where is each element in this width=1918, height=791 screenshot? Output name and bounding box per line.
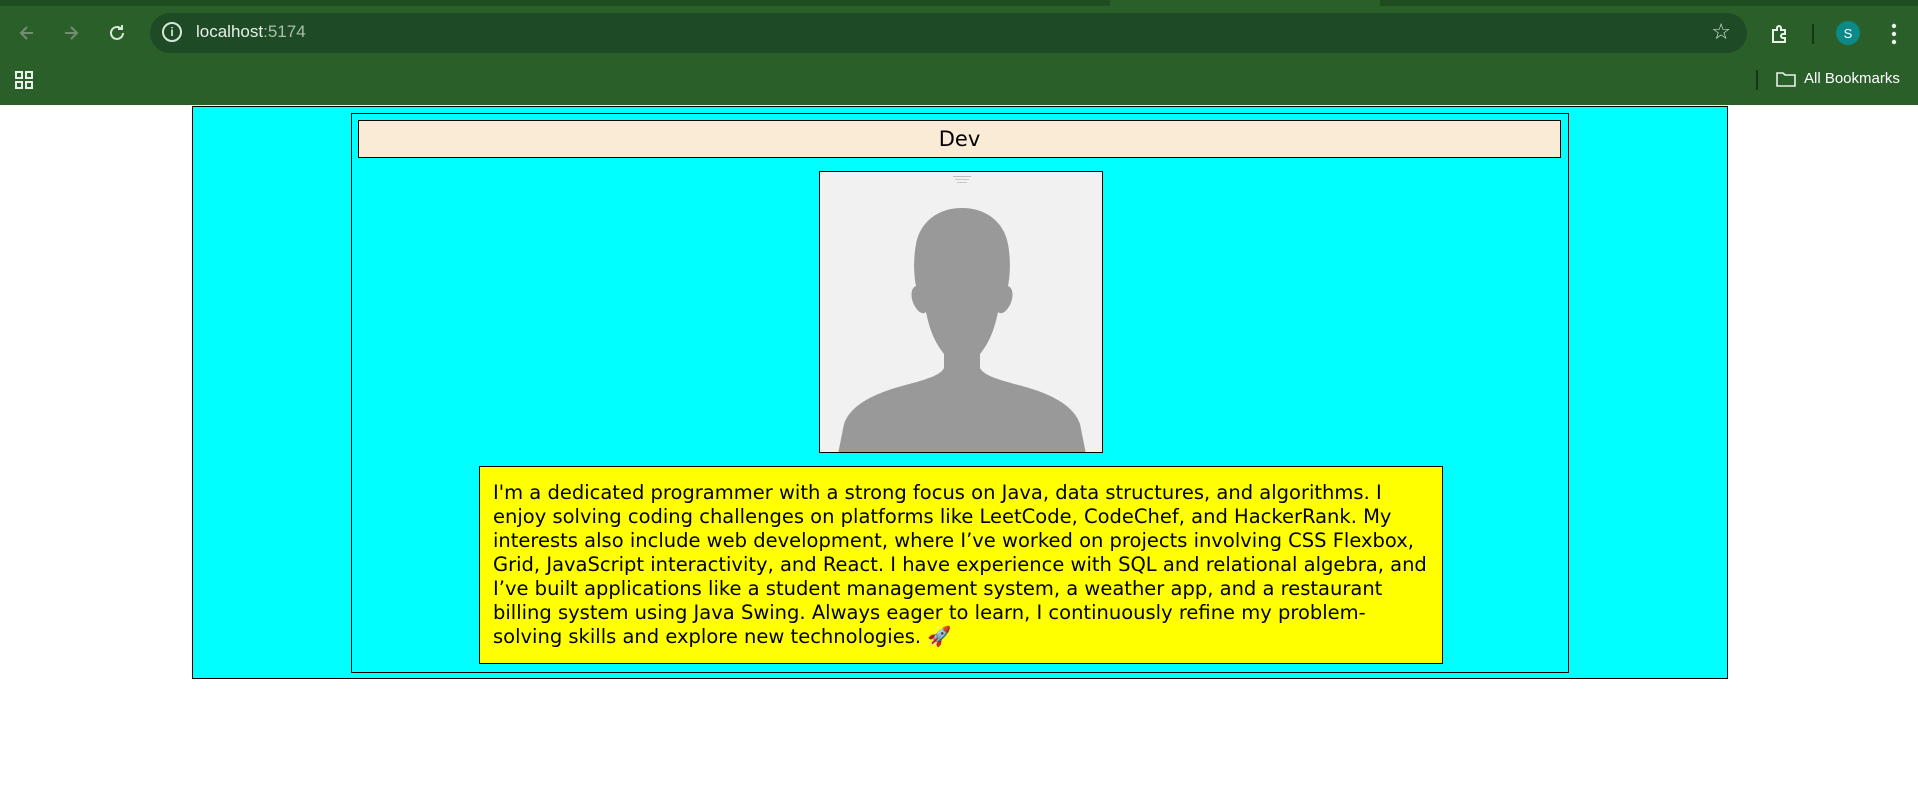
page-viewport: Dev I'm a dedicated programmer with a st… <box>0 105 1918 791</box>
url-port: :5174 <box>263 22 306 41</box>
star-icon[interactable]: ☆ <box>1711 20 1731 45</box>
reload-icon <box>110 25 124 40</box>
profile-bio: I'm a dedicated programmer with a strong… <box>479 466 1443 664</box>
photo-watermark <box>953 176 971 183</box>
all-bookmarks-button[interactable]: All Bookmarks <box>1776 70 1900 87</box>
arrow-left-icon <box>19 26 33 40</box>
address-bar[interactable]: i localhost:5174 ☆ <box>150 13 1747 53</box>
profile-photo <box>819 171 1103 453</box>
puzzle-icon[interactable] <box>1768 22 1792 46</box>
arrow-right-icon <box>65 26 79 40</box>
profile-container: Dev I'm a dedicated programmer with a st… <box>192 106 1728 679</box>
all-bookmarks-label: All Bookmarks <box>1804 70 1900 87</box>
forward-button[interactable] <box>56 18 86 48</box>
bookmarks-bar: All Bookmarks <box>0 60 1918 100</box>
browser-chrome: i localhost:5174 ☆ S All Bookmarks <box>0 0 1918 105</box>
address-url[interactable]: localhost:5174 <box>196 22 306 42</box>
browser-toolbar: i localhost:5174 ☆ S <box>0 10 1918 56</box>
tab-strip <box>0 0 1918 6</box>
profile-avatar[interactable]: S <box>1836 21 1860 45</box>
apps-grid-icon[interactable] <box>14 70 34 90</box>
bookmarks-separator <box>1756 70 1758 90</box>
back-button[interactable] <box>12 18 42 48</box>
profile-name: Dev <box>358 120 1561 158</box>
toolbar-separator <box>1812 24 1814 44</box>
reload-button[interactable] <box>102 18 132 48</box>
active-tab-edge[interactable] <box>1110 0 1380 6</box>
info-icon[interactable]: i <box>162 22 182 42</box>
profile-card: Dev I'm a dedicated programmer with a st… <box>351 113 1569 673</box>
folder-icon <box>1776 71 1796 87</box>
person-silhouette-icon <box>838 208 1086 452</box>
kebab-icon[interactable] <box>1888 21 1900 47</box>
url-host: localhost <box>196 22 264 41</box>
